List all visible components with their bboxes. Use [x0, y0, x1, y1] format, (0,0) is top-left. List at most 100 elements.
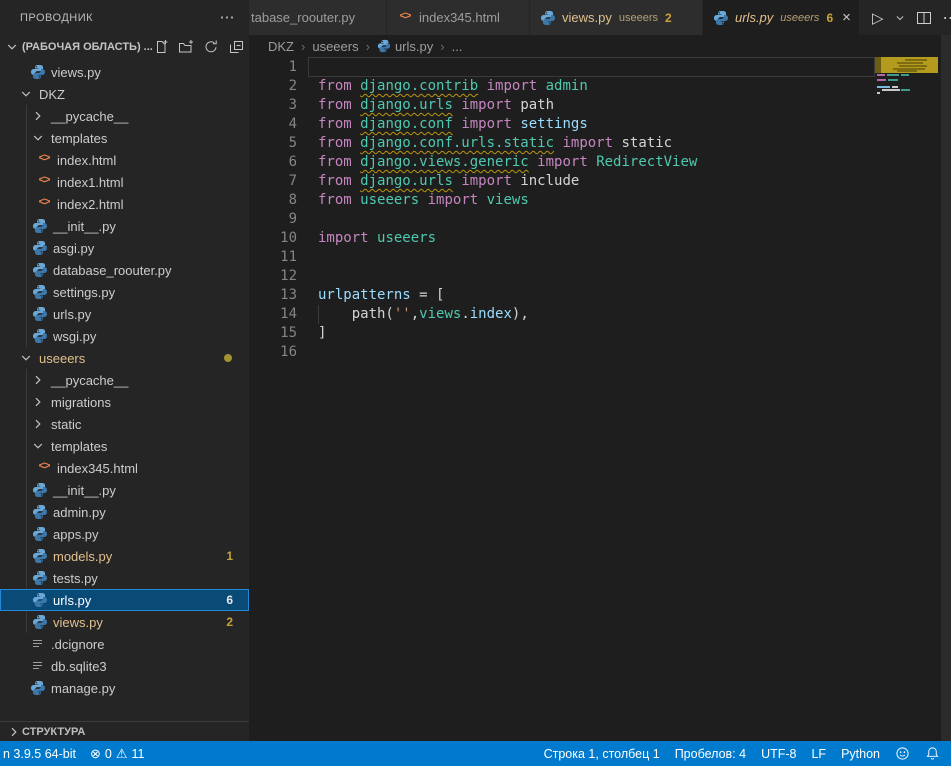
tree-file-urls-py[interactable]: urls.py6	[0, 589, 249, 611]
breadcrumb-item-label: useeers	[312, 39, 358, 54]
line-number: 9	[249, 210, 297, 229]
html-icon: <>	[36, 196, 52, 212]
tab-tabase-roouter-py[interactable]: tabase_roouter.py	[249, 0, 386, 35]
problems-count-badge: 6	[226, 593, 233, 607]
problems-count-badge: 1	[226, 549, 233, 563]
chevron-down-icon	[18, 86, 34, 102]
tree-file-views-py[interactable]: views.py	[0, 61, 249, 83]
notifications-bell-icon[interactable]	[925, 746, 940, 761]
explorer-more-icon[interactable]: ⋯	[220, 10, 236, 25]
warning-icon: ⚠	[116, 746, 128, 762]
tree-folder-templates[interactable]: templates	[0, 435, 249, 457]
encoding-status[interactable]: UTF-8	[761, 747, 796, 761]
editor-actions: ▷ ⋯	[860, 0, 951, 35]
tree-file-init-py[interactable]: __init__.py	[0, 215, 249, 237]
refresh-icon[interactable]	[203, 39, 219, 55]
tree-item-label: index345.html	[57, 461, 138, 476]
tree-file-manage-py[interactable]: manage.py	[0, 677, 249, 699]
tree-item-label: __pycache__	[51, 373, 128, 388]
tree-file-dcignore[interactable]: .dcignore	[0, 633, 249, 655]
tree-folder-pycache[interactable]: __pycache__	[0, 369, 249, 391]
tree-file-db-sqlite3[interactable]: db.sqlite3	[0, 655, 249, 677]
tab-close-button[interactable]: ×	[842, 10, 851, 25]
tree-file-wsgi-py[interactable]: wsgi.py	[0, 325, 249, 347]
code-content: from django.contrib import adminfrom dja…	[318, 58, 697, 362]
tree-item-label: views.py	[53, 615, 103, 630]
tree-file-index2-html[interactable]: <>index2.html	[0, 193, 249, 215]
tab-views-py[interactable]: views.pyuseeers2	[530, 0, 702, 35]
tree-file-asgi-py[interactable]: asgi.py	[0, 237, 249, 259]
html-icon: <>	[36, 174, 52, 190]
tree-item-label: apps.py	[53, 527, 99, 542]
language-mode-status[interactable]: Python	[841, 747, 880, 761]
tree-file-init-py[interactable]: __init__.py	[0, 479, 249, 501]
feedback-icon[interactable]	[895, 746, 910, 761]
editor-code-area[interactable]: 12345678910111213141516 from django.cont…	[249, 57, 951, 741]
tree-folder-useeers[interactable]: useeers	[0, 347, 249, 369]
problems-status[interactable]: ⊗ 0 ⚠ 11	[90, 746, 145, 762]
tab-description: useeers	[780, 12, 819, 24]
minimap[interactable]	[875, 57, 941, 197]
tree-file-admin-py[interactable]: admin.py	[0, 501, 249, 523]
workspace-section-header[interactable]: (РАБОЧАЯ ОБЛАСТЬ) ...	[0, 35, 249, 58]
code-line	[318, 58, 697, 77]
breadcrumb-item-useeers[interactable]: useeers	[312, 39, 358, 54]
tree-file-index1-html[interactable]: <>index1.html	[0, 171, 249, 193]
outline-section-header[interactable]: СТРУКТУРА	[0, 721, 249, 741]
python-interpreter-status[interactable]: n 3.9.5 64-bit	[3, 747, 76, 761]
indentation-status[interactable]: Пробелов: 4	[675, 747, 746, 761]
tree-item-label: DKZ	[39, 87, 65, 102]
new-folder-icon[interactable]	[178, 39, 194, 55]
editor-scrollbar[interactable]	[941, 35, 951, 741]
file-icon	[30, 658, 46, 674]
tree-item-label: index.html	[57, 153, 116, 168]
tab-index345-html[interactable]: <>index345.html	[387, 0, 529, 35]
tree-folder-static[interactable]: static	[0, 413, 249, 435]
breadcrumb-item-dkz[interactable]: DKZ	[268, 39, 294, 54]
tree-folder-pycache[interactable]: __pycache__	[0, 105, 249, 127]
tab-label: views.py	[562, 10, 612, 25]
tree-file-apps-py[interactable]: apps.py	[0, 523, 249, 545]
line-number: 1	[249, 58, 297, 77]
tree-file-views-py[interactable]: views.py2	[0, 611, 249, 633]
tree-file-models-py[interactable]: models.py 1	[0, 545, 249, 567]
split-editor-button[interactable]	[916, 10, 932, 26]
tree-file-index-html[interactable]: <>index.html	[0, 149, 249, 171]
tree-folder-migrations[interactable]: migrations	[0, 391, 249, 413]
tree-file-tests-py[interactable]: tests.py	[0, 567, 249, 589]
chevron-right-icon	[30, 416, 46, 432]
run-python-file-button[interactable]: ▷	[872, 9, 884, 27]
tab-label: urls.py	[735, 10, 773, 25]
code-line: path('',views.index),	[318, 305, 697, 324]
tree-item-label: __pycache__	[51, 109, 128, 124]
tree-file-urls-py[interactable]: urls.py	[0, 303, 249, 325]
tab-urls-py[interactable]: urls.pyuseeers6×	[703, 0, 859, 35]
tree-file-settings-py[interactable]: settings.py	[0, 281, 249, 303]
editor-group: tabase_roouter.py<>index345.htmlviews.py…	[249, 0, 951, 741]
tab-label: tabase_roouter.py	[251, 10, 355, 25]
tree-item-label: models.py	[53, 549, 112, 564]
code-line: from django.views.generic import Redirec…	[318, 153, 697, 172]
python-icon	[32, 328, 48, 344]
new-file-icon[interactable]	[153, 39, 169, 55]
collapse-all-icon[interactable]	[228, 39, 244, 55]
code-line: ]	[318, 324, 697, 343]
breadcrumb-separator: ›	[301, 39, 305, 54]
tree-item-label: templates	[51, 131, 107, 146]
breadcrumb-item-urls-py[interactable]: urls.py	[377, 39, 433, 54]
editor-more-actions-button[interactable]: ⋯	[943, 8, 951, 28]
cursor-position-status[interactable]: Строка 1, столбец 1	[544, 747, 660, 761]
breadcrumb-item-[interactable]: ...	[452, 39, 463, 54]
eol-status[interactable]: LF	[811, 747, 826, 761]
run-dropdown-chevron-icon[interactable]	[895, 13, 905, 23]
tree-file-index345-html[interactable]: <>index345.html	[0, 457, 249, 479]
tree-item-label: views.py	[51, 65, 101, 80]
tabs-container: tabase_roouter.py<>index345.htmlviews.py…	[249, 0, 860, 35]
explorer-header: ПРОВОДНИК ⋯	[0, 0, 249, 35]
tree-folder-templates[interactable]: templates	[0, 127, 249, 149]
line-number: 7	[249, 172, 297, 191]
tree-file-database-roouter-py[interactable]: database_roouter.py	[0, 259, 249, 281]
chevron-right-icon	[6, 724, 22, 740]
tree-folder-dkz[interactable]: DKZ	[0, 83, 249, 105]
tree-item-label: __init__.py	[53, 219, 116, 234]
